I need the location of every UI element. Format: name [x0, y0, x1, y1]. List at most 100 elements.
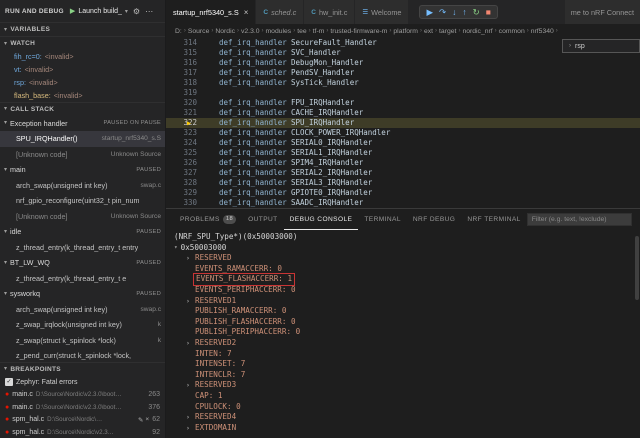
- step-into-button[interactable]: ↓: [452, 8, 456, 17]
- register-row[interactable]: EVENTS_FLASHACCERR: 1: [174, 273, 640, 286]
- console-root-row[interactable]: ▾ 0x50003000: [174, 243, 640, 254]
- breadcrumb-item[interactable]: platform: [393, 28, 418, 35]
- console-scrollbar[interactable]: [635, 236, 639, 300]
- register-row[interactable]: › EXTDOMAIN: [174, 423, 640, 434]
- line-number[interactable]: 325: [166, 148, 206, 158]
- panel-tab[interactable]: PROBLEMS 18: [174, 209, 242, 230]
- breakpoint-row[interactable]: ● spm_hal.c D:\Source\Nordic\… ✎ × 62: [0, 413, 165, 426]
- line-number[interactable]: 329: [166, 188, 206, 198]
- register-row[interactable]: › RESERVED1: [174, 296, 640, 307]
- expand-icon[interactable]: ›: [186, 424, 190, 432]
- code-line[interactable]: 319: [166, 88, 640, 98]
- call-stack-row[interactable]: ▾ main PAUSED: [0, 162, 165, 178]
- continue-button[interactable]: ▶: [426, 8, 433, 17]
- call-stack-row[interactable]: ▾ Exception handler PAUSED ON PAUSE: [0, 116, 165, 132]
- breakpoint-row[interactable]: ● main.c D:\Source\Nordic\v2.3.0\boot… 263: [0, 388, 165, 401]
- line-number[interactable]: 322: [166, 118, 206, 128]
- register-row[interactable]: › RESERVED4: [174, 412, 640, 423]
- line-number[interactable]: 316: [166, 58, 206, 68]
- breadcrumb-item[interactable]: modules: [266, 28, 292, 35]
- register-row[interactable]: › RESERVED: [174, 253, 640, 264]
- expand-icon[interactable]: ›: [186, 297, 190, 305]
- breadcrumb-item[interactable]: tf-m: [313, 28, 325, 35]
- call-stack-row[interactable]: z_swap_irqlock(unsigned int key) k: [0, 317, 165, 333]
- code-line[interactable]: 317 def_irq_handler PendSV_Handler: [166, 68, 640, 78]
- call-stack-row[interactable]: z_swap(struct k_spinlock *lock) k: [0, 333, 165, 349]
- editor-tab[interactable]: ☰ Welcome: [355, 0, 410, 24]
- call-stack-row[interactable]: ▾ BT_LW_WQ PAUSED: [0, 255, 165, 271]
- register-row[interactable]: INTEN: 7: [174, 349, 640, 360]
- panel-tab[interactable]: NRF DEBUG: [407, 209, 461, 230]
- gear-icon[interactable]: ⚙: [133, 7, 140, 16]
- breakpoint-actions[interactable]: ✎ ×: [138, 416, 149, 424]
- editor-tab[interactable]: Chw_init.c: [304, 0, 356, 24]
- step-out-button[interactable]: ↑: [462, 8, 466, 17]
- breadcrumb-item[interactable]: v2.3.0: [241, 28, 260, 35]
- code-line[interactable]: 326 def_irq_handler SPIM4_IRQHandler: [166, 158, 640, 168]
- launch-config-dropdown[interactable]: Launch build_: [78, 8, 122, 15]
- call-stack-row[interactable]: arch_swap(unsigned int key) swap.c: [0, 178, 165, 194]
- breadcrumb-item[interactable]: trusted-firmware-m: [330, 28, 387, 35]
- code-line[interactable]: ▶ 322 def_irq_handler SPU_IRQHandler: [166, 118, 640, 128]
- breadcrumb-item[interactable]: common: [499, 28, 525, 35]
- line-number[interactable]: 330: [166, 198, 206, 208]
- start-debug-icon[interactable]: ▶: [70, 7, 75, 15]
- register-row[interactable]: PUBLISH_RAMACCERR: 0: [174, 306, 640, 317]
- panel-tab[interactable]: DEBUG CONSOLE: [283, 209, 359, 230]
- register-row[interactable]: PUBLISH_FLASHACCERR: 0: [174, 317, 640, 328]
- line-number[interactable]: 320: [166, 98, 206, 108]
- breadcrumb-item[interactable]: D:: [175, 28, 182, 35]
- line-number[interactable]: 326: [166, 158, 206, 168]
- editor-tab[interactable]: startup_nrf5340_s.S ×: [166, 0, 257, 24]
- expand-icon[interactable]: ›: [186, 339, 190, 347]
- call-stack-row[interactable]: ▾ idle PAUSED: [0, 224, 165, 240]
- register-row[interactable]: EVENTS_PERIPHACCERR: 0: [174, 285, 640, 296]
- breadcrumb-item[interactable]: target: [439, 28, 456, 35]
- breakpoints-section-header[interactable]: ▾ BREAKPOINTS: [0, 361, 165, 376]
- watch-row[interactable]: fih_rc=0: <invalid>: [0, 50, 165, 63]
- watch-row[interactable]: vt: <invalid>: [0, 63, 165, 76]
- call-stack-row[interactable]: z_thread_entry(k_thread_entry_t entry: [0, 240, 165, 256]
- peek-widget[interactable]: › rsp: [562, 39, 640, 53]
- more-actions-icon[interactable]: ⋯: [145, 7, 153, 16]
- line-number[interactable]: 314: [166, 38, 206, 48]
- breadcrumb-item[interactable]: tee: [297, 28, 306, 35]
- register-row[interactable]: INTENCLR: 7: [174, 370, 640, 381]
- watch-section-header[interactable]: ▾ WATCH: [0, 36, 165, 50]
- panel-tab[interactable]: OUTPUT: [242, 209, 284, 230]
- code-line[interactable]: 323 def_irq_handler CLOCK_POWER_IRQHandler: [166, 128, 640, 138]
- expand-icon[interactable]: ›: [186, 254, 190, 262]
- call-stack-row[interactable]: ▾ sysworkq PAUSED: [0, 286, 165, 302]
- breadcrumb-item[interactable]: nordic_nrf: [462, 28, 492, 35]
- breakpoint-row[interactable]: ● main.c D:\Source\Nordic\v2.3.0\boot… 376: [0, 401, 165, 414]
- panel-tab[interactable]: TERMINAL: [358, 209, 407, 230]
- checkbox[interactable]: ✓: [5, 378, 13, 387]
- expand-icon[interactable]: ›: [186, 413, 190, 421]
- watch-row[interactable]: flash_base: <invalid>: [0, 89, 165, 102]
- variables-section-header[interactable]: ▾ VARIABLES: [0, 22, 165, 36]
- breadcrumb-item[interactable]: Nordic: [215, 28, 235, 35]
- tab-nrf-connect-welcome[interactable]: me to nRF Connect: [563, 0, 640, 24]
- close-icon[interactable]: ×: [244, 8, 249, 17]
- line-number[interactable]: 318: [166, 78, 206, 88]
- stop-button[interactable]: ■: [486, 8, 491, 17]
- code-line[interactable]: 328 def_irq_handler SERIAL3_IRQHandler: [166, 178, 640, 188]
- line-number[interactable]: 327: [166, 168, 206, 178]
- line-number[interactable]: 315: [166, 48, 206, 58]
- register-row[interactable]: CAP: 1: [174, 391, 640, 402]
- code-line[interactable]: 325 def_irq_handler SERIAL1_IRQHandler: [166, 148, 640, 158]
- step-over-button[interactable]: ↷: [439, 8, 446, 17]
- line-number[interactable]: 328: [166, 178, 206, 188]
- register-row[interactable]: INTENSET: 7: [174, 359, 640, 370]
- call-stack-row[interactable]: SPU_IRQHandler() startup_nrf5340_s.S: [0, 131, 165, 147]
- code-line[interactable]: 320 def_irq_handler FPU_IRQHandler: [166, 98, 640, 108]
- line-number[interactable]: 323: [166, 128, 206, 138]
- code-line[interactable]: 327 def_irq_handler SERIAL2_IRQHandler: [166, 168, 640, 178]
- code-line[interactable]: 316 def_irq_handler DebugMon_Handler: [166, 58, 640, 68]
- breakpoint-row[interactable]: ● spm_hal.c D:\Source\Nordic\v2.3… 92: [0, 426, 165, 438]
- call-stack-row[interactable]: arch_swap(unsigned int key) swap.c: [0, 302, 165, 318]
- expand-icon[interactable]: ›: [186, 381, 190, 389]
- breadcrumb-item[interactable]: ext: [424, 28, 433, 35]
- code-line[interactable]: 330 def_irq_handler SAADC_IRQHandler: [166, 198, 640, 208]
- code-line[interactable]: 329 def_irq_handler GPIOTE0_IRQHandler: [166, 188, 640, 198]
